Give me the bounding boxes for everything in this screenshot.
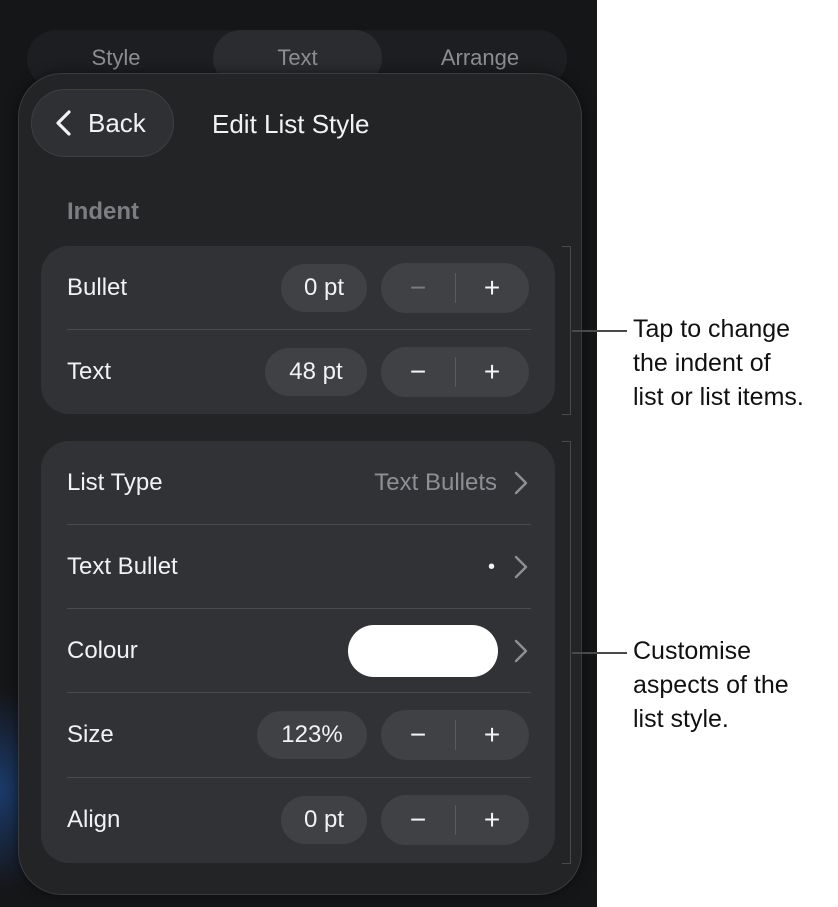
indent-leader-line bbox=[572, 330, 627, 332]
indent-group: Bullet 0 pt − + Text 48 pt − + bbox=[41, 246, 555, 414]
text-bullet-value: • bbox=[487, 556, 495, 578]
style-bracket bbox=[562, 441, 571, 864]
size-row: Size 123% − + bbox=[41, 693, 555, 777]
style-leader-line bbox=[572, 652, 627, 654]
text-indent-label: Text bbox=[67, 358, 112, 385]
size-value[interactable]: 123% bbox=[257, 711, 367, 759]
decrement-button[interactable]: − bbox=[381, 347, 455, 397]
colour-label: Colour bbox=[67, 637, 138, 664]
list-type-label: List Type bbox=[67, 469, 163, 496]
bullet-indent-label: Bullet bbox=[67, 274, 128, 301]
callout-line: Customise bbox=[633, 637, 752, 665]
align-label: Align bbox=[67, 806, 121, 833]
chevron-right-icon bbox=[514, 555, 528, 579]
text-indent-stepper: − + bbox=[381, 347, 529, 397]
chevron-left-icon bbox=[56, 110, 71, 136]
callout-line: list style. bbox=[633, 705, 729, 733]
callout-line: Tap to change bbox=[633, 315, 791, 343]
bullet-indent-row: Bullet 0 pt − + bbox=[41, 246, 555, 330]
align-stepper: − + bbox=[381, 795, 529, 845]
increment-button[interactable]: + bbox=[455, 347, 529, 397]
callout-line: list or list items. bbox=[633, 383, 804, 411]
text-bullet-row[interactable]: Text Bullet • bbox=[41, 525, 555, 609]
size-stepper: − + bbox=[381, 710, 529, 760]
increment-button[interactable]: + bbox=[455, 795, 529, 845]
text-indent-value[interactable]: 48 pt bbox=[265, 348, 367, 396]
increment-button[interactable]: + bbox=[455, 263, 529, 313]
text-bullet-label: Text Bullet bbox=[67, 553, 178, 580]
indent-section-label: Indent bbox=[67, 198, 139, 225]
list-style-group: List Type Text Bullets Text Bullet • Col… bbox=[41, 441, 555, 863]
list-type-row[interactable]: List Type Text Bullets bbox=[41, 441, 555, 525]
ipad-screen: Style Text Arrange Back Edit List Style … bbox=[0, 0, 597, 907]
colour-swatch[interactable] bbox=[348, 625, 498, 677]
decrement-button[interactable]: − bbox=[381, 710, 455, 760]
colour-row[interactable]: Colour bbox=[41, 609, 555, 693]
panel-title: Edit List Style bbox=[212, 109, 370, 139]
indent-bracket bbox=[562, 246, 571, 415]
decrement-button[interactable]: − bbox=[381, 795, 455, 845]
indent-callout: Tap to change the indent of list or list… bbox=[633, 312, 804, 414]
text-indent-row: Text 48 pt − + bbox=[41, 330, 555, 414]
callout-line: aspects of the bbox=[633, 671, 789, 699]
increment-button[interactable]: + bbox=[455, 710, 529, 760]
align-row: Align 0 pt − + bbox=[41, 778, 555, 862]
list-type-value: Text Bullets bbox=[374, 469, 497, 496]
size-label: Size bbox=[67, 721, 114, 748]
back-label: Back bbox=[88, 108, 146, 138]
back-button[interactable]: Back bbox=[31, 89, 174, 157]
callout-line: the indent of bbox=[633, 349, 771, 377]
bullet-indent-value[interactable]: 0 pt bbox=[281, 264, 367, 312]
decrement-button[interactable]: − bbox=[381, 263, 455, 313]
style-callout: Customise aspects of the list style. bbox=[633, 634, 789, 736]
align-value[interactable]: 0 pt bbox=[281, 796, 367, 844]
chevron-right-icon bbox=[514, 471, 528, 495]
chevron-right-icon bbox=[514, 639, 528, 663]
bullet-indent-stepper: − + bbox=[381, 263, 529, 313]
